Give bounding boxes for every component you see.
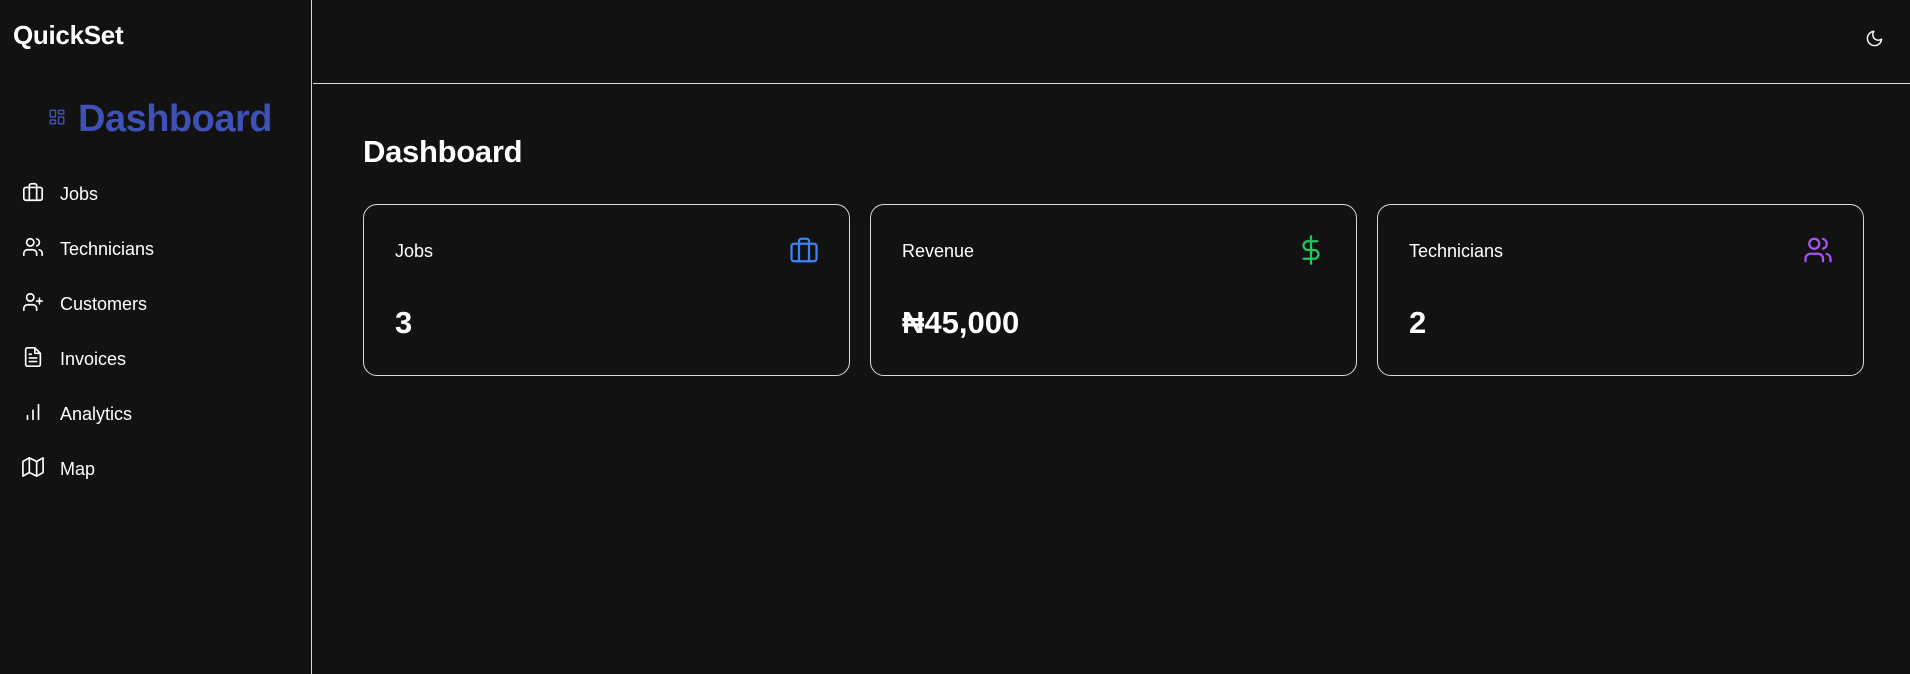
stat-card-value: 3 <box>395 305 413 340</box>
brand-logo[interactable]: QuickSet <box>13 20 124 51</box>
sidebar-item-label: Customers <box>60 294 148 314</box>
sidebar: QuickSet Dashboard Jobs Technicians Cust… <box>0 0 312 674</box>
stat-card-title: Jobs <box>395 241 434 261</box>
theme-toggle-button[interactable] <box>1862 29 1886 53</box>
stat-card-title: Revenue <box>902 241 975 261</box>
dollar-sign-icon <box>1296 235 1326 265</box>
sidebar-item-map[interactable]: Map <box>22 442 154 497</box>
file-text-icon <box>22 346 44 373</box>
stat-card-technicians[interactable]: Technicians 2 <box>1377 204 1864 376</box>
sidebar-nav: Jobs Technicians Customers Invoices Anal… <box>22 167 154 497</box>
app-root: QuickSet Dashboard Jobs Technicians Cust… <box>0 0 1910 674</box>
stat-card-value: 2 <box>1409 305 1427 340</box>
stat-card-jobs[interactable]: Jobs 3 <box>363 204 850 376</box>
layout-grid-icon <box>48 108 66 131</box>
sidebar-item-label: Map <box>60 459 96 479</box>
main-content: Dashboard Jobs 3 Revenue ₦45,000 Technic… <box>363 134 1864 376</box>
sidebar-item-analytics[interactable]: Analytics <box>22 387 154 442</box>
sidebar-item-label: Dashboard <box>78 97 272 140</box>
sidebar-item-customers[interactable]: Customers <box>22 277 154 332</box>
stat-cards: Jobs 3 Revenue ₦45,000 Technicians 2 <box>363 204 1864 376</box>
sidebar-item-label: Analytics <box>60 404 133 424</box>
top-bar <box>313 0 1910 84</box>
briefcase-icon <box>22 181 44 208</box>
user-plus-icon <box>22 291 44 318</box>
stat-card-title: Technicians <box>1409 241 1504 261</box>
bar-chart-icon <box>22 401 44 428</box>
sidebar-item-invoices[interactable]: Invoices <box>22 332 154 387</box>
briefcase-icon <box>789 235 819 265</box>
sidebar-item-label: Invoices <box>60 349 127 369</box>
users-icon <box>1803 235 1833 265</box>
sidebar-item-label: Technicians <box>60 239 155 259</box>
sidebar-item-technicians[interactable]: Technicians <box>22 222 154 277</box>
map-icon <box>22 456 44 483</box>
sidebar-item-jobs[interactable]: Jobs <box>22 167 154 222</box>
users-icon <box>22 236 44 263</box>
stat-card-value: ₦45,000 <box>902 305 1020 340</box>
sidebar-item-dashboard[interactable]: Dashboard <box>48 96 272 142</box>
moon-icon <box>1865 29 1884 53</box>
page-title: Dashboard <box>363 134 523 169</box>
sidebar-item-label: Jobs <box>60 184 99 204</box>
stat-card-revenue[interactable]: Revenue ₦45,000 <box>870 204 1357 376</box>
